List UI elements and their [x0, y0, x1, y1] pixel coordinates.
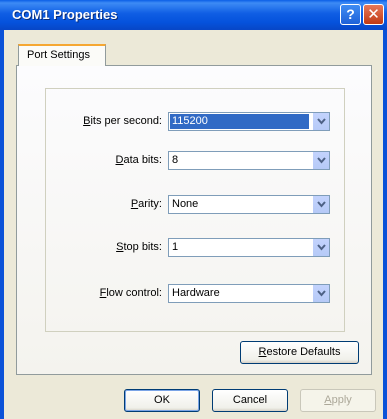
help-button[interactable]: ? — [340, 4, 361, 25]
tab-port-settings[interactable]: Port Settings — [18, 44, 106, 66]
title-bar[interactable]: COM1 Properties ? ✕ — [0, 0, 387, 30]
stop-bits-value: 1 — [172, 241, 179, 253]
close-button[interactable]: ✕ — [363, 4, 384, 25]
close-icon: ✕ — [367, 6, 380, 23]
chevron-down-icon — [317, 118, 326, 125]
bits-per-second-label: Bits per second: — [83, 115, 162, 127]
chevron-down-icon — [317, 201, 326, 208]
flow-control-label: Flow control: — [99, 287, 162, 299]
window-frame-right — [383, 30, 387, 419]
parity-label: Parity: — [130, 198, 162, 210]
data-bits-label: Data bits: — [115, 154, 162, 166]
question-icon: ? — [346, 6, 355, 22]
dropdown-arrow-button[interactable] — [312, 285, 329, 302]
chevron-down-icon — [317, 290, 326, 297]
data-bits-select[interactable]: 8 — [168, 151, 330, 170]
dropdown-arrow-button[interactable] — [312, 239, 329, 256]
dialog-window: COM1 Properties ? ✕ Port Settings Bits p… — [0, 0, 387, 419]
tab-label: Port Settings — [27, 49, 90, 61]
dropdown-arrow-button[interactable] — [312, 113, 329, 130]
restore-defaults-button[interactable]: Restore Defaults — [240, 341, 359, 364]
ok-button[interactable]: OK — [124, 389, 200, 412]
flow-control-value: Hardware — [172, 287, 220, 299]
dropdown-arrow-button[interactable] — [312, 196, 329, 213]
bits-per-second-value: 115200 — [170, 114, 309, 129]
flow-control-select[interactable]: Hardware — [168, 284, 330, 303]
parity-select[interactable]: None — [168, 195, 330, 214]
data-bits-value: 8 — [172, 154, 179, 166]
apply-button[interactable]: Apply — [300, 389, 376, 412]
cancel-button[interactable]: Cancel — [212, 389, 288, 412]
chevron-down-icon — [317, 244, 326, 251]
stop-bits-label: Stop bits: — [116, 241, 162, 253]
parity-value: None — [172, 198, 199, 210]
bits-per-second-select[interactable]: 115200 — [168, 112, 330, 131]
stop-bits-select[interactable]: 1 — [168, 238, 330, 257]
dropdown-arrow-button[interactable] — [312, 152, 329, 169]
chevron-down-icon — [317, 157, 326, 164]
window-frame-left — [0, 30, 4, 419]
window-title: COM1 Properties — [12, 7, 118, 22]
